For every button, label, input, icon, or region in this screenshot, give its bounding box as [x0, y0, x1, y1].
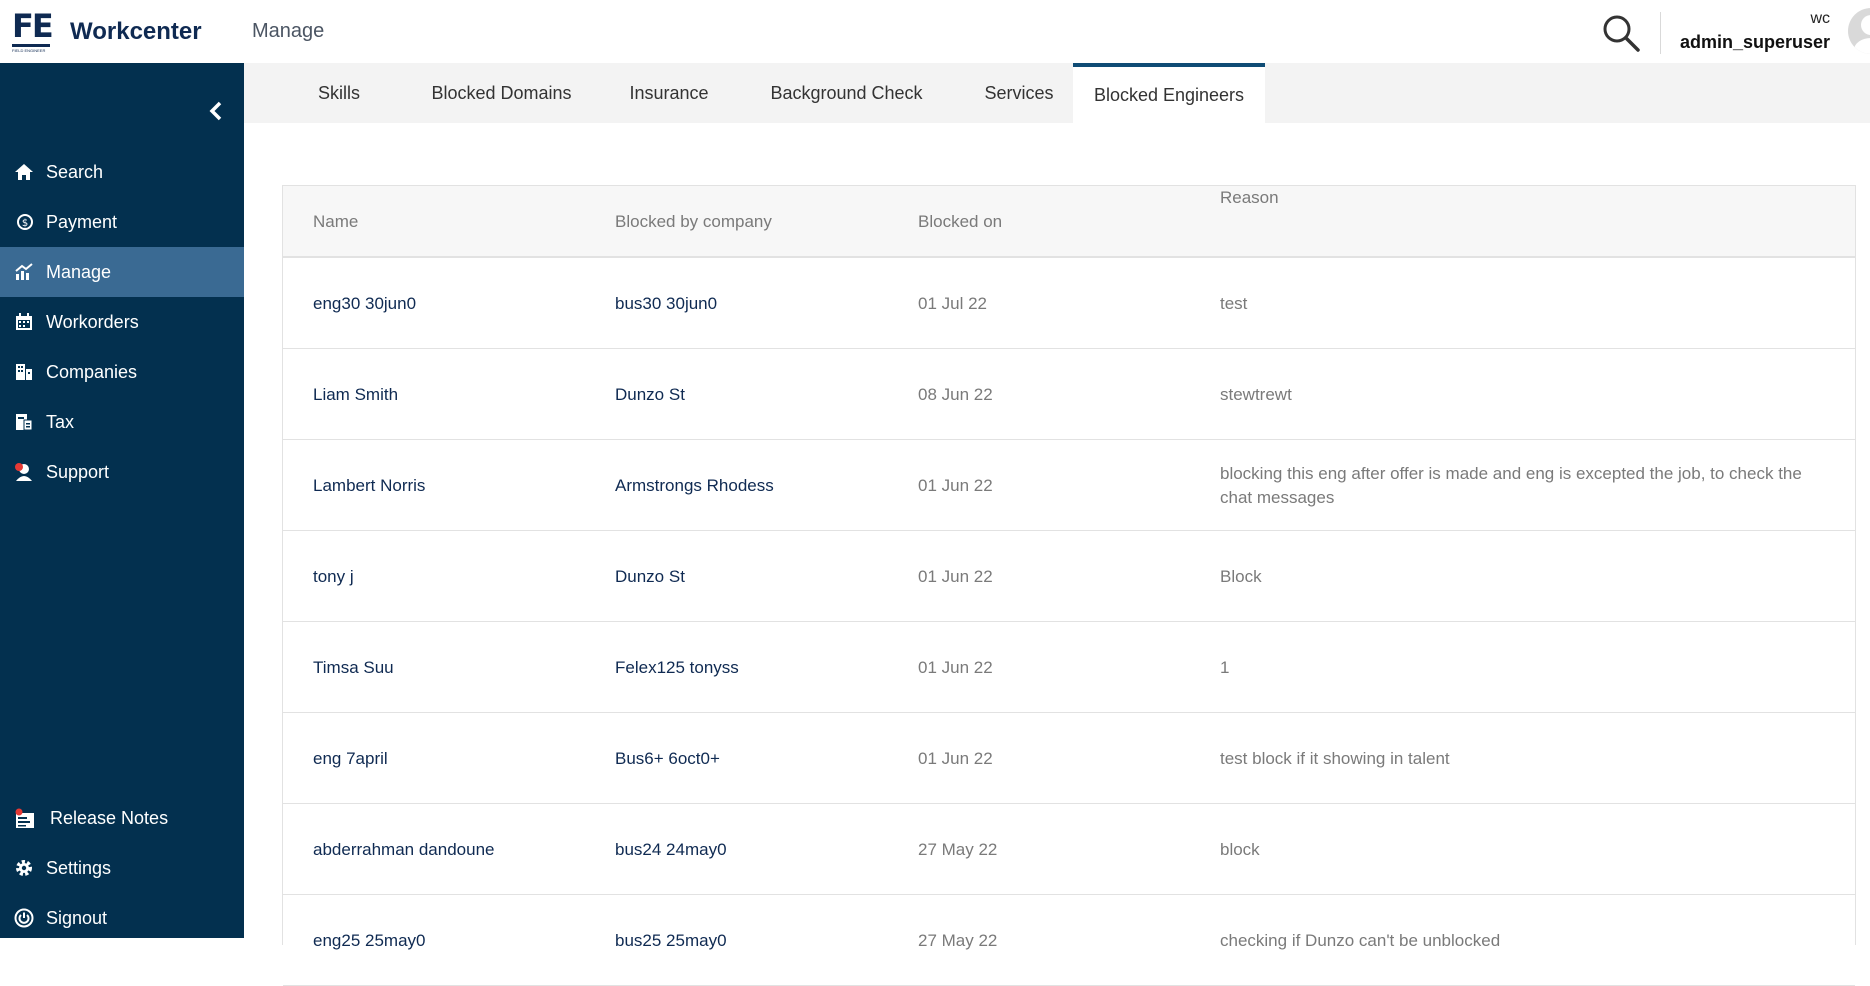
company-name[interactable]: Bus6+ 6oct0+: [615, 713, 905, 804]
sidebar-item-label: Companies: [46, 361, 138, 382]
engineer-name[interactable]: Lambert Norris: [313, 440, 603, 531]
svg-text:$: $: [22, 218, 28, 229]
company-name[interactable]: Armstrongs Rhodess: [615, 440, 905, 531]
tab-blocked-domains[interactable]: Blocked Domains: [419, 63, 584, 123]
release-notes-icon: [14, 808, 38, 828]
app-title: Workcenter: [70, 18, 202, 45]
blocked-date: 27 May 22: [918, 930, 998, 950]
table-row: eng 7april Bus6+ 6oct0+ 01 Jun 22 test b…: [283, 713, 1855, 804]
engineer-name[interactable]: eng30 30jun0: [313, 258, 603, 349]
user-org: wc: [1810, 10, 1830, 27]
tab-skills[interactable]: Skills: [284, 63, 394, 123]
sidebar-item-label: Search: [46, 161, 104, 182]
blocked-date: 01 Jun 22: [918, 566, 993, 586]
blocked-date: 01 Jun 22: [918, 657, 993, 677]
blocked-date: 27 May 22: [918, 839, 998, 859]
block-reason: Block: [1220, 566, 1262, 586]
column-header-date: Blocked on: [918, 212, 1003, 231]
tab-background-check[interactable]: Background Check: [754, 63, 939, 123]
user-name[interactable]: admin_superuser: [1680, 32, 1830, 53]
blocked-engineers-table: Name Blocked by company Blocked on Reaso…: [282, 185, 1856, 986]
table-row: Lambert Norris Armstrongs Rhodess 01 Jun…: [283, 440, 1855, 531]
avatar[interactable]: [1848, 8, 1870, 54]
table-row: eng30 30jun0 bus30 30jun0 01 Jul 22 test: [283, 258, 1855, 349]
logo-text: FE: [12, 7, 54, 45]
blocked-date: 01 Jun 22: [918, 475, 993, 495]
company-name[interactable]: Felex125 tonyss: [615, 622, 905, 713]
calendar-icon: [14, 312, 34, 332]
tab-blocked-engineers[interactable]: Blocked Engineers: [1073, 63, 1265, 123]
sidebar-item-payment[interactable]: $ Payment: [0, 197, 244, 247]
sidebar-item-label: Tax: [46, 411, 75, 432]
sidebar-item-manage[interactable]: Manage: [0, 247, 244, 297]
engineer-name[interactable]: Liam Smith: [313, 349, 603, 440]
sidebar-item-signout[interactable]: Signout: [0, 893, 244, 943]
engineer-name[interactable]: tony j: [313, 531, 603, 622]
engineer-name[interactable]: eng25 25may0: [313, 895, 603, 986]
sidebar-item-label: Manage: [46, 261, 112, 282]
sidebar-item-settings[interactable]: Settings: [0, 843, 244, 893]
block-reason: 1: [1220, 657, 1230, 677]
column-header-company: Blocked by company: [615, 212, 772, 231]
payment-icon: $: [14, 212, 34, 232]
logo-subtext: FIELD ENGINEER: [12, 48, 46, 53]
sidebar-item-search[interactable]: Search: [0, 147, 244, 197]
chevron-left-icon[interactable]: [206, 99, 226, 123]
sidebar-item-tax[interactable]: Tax: [0, 397, 244, 447]
blocked-date: 08 Jun 22: [918, 384, 993, 404]
brand-logo[interactable]: FE FIELD ENGINEER: [12, 7, 54, 54]
sidebar-item-companies[interactable]: Companies: [0, 347, 244, 397]
engineer-name[interactable]: abderrahman dandoune: [313, 804, 603, 895]
column-header-reason: Reason: [1220, 188, 1279, 207]
block-reason: test block if it showing in talent: [1220, 748, 1450, 768]
power-icon: [14, 908, 34, 928]
gear-icon: [14, 858, 34, 878]
sidebar-item-label: Release Notes: [50, 807, 169, 828]
sidebar-item-workorders[interactable]: Workorders: [0, 297, 244, 347]
block-reason: test: [1220, 293, 1248, 313]
company-name[interactable]: Dunzo St: [615, 531, 905, 622]
sidebar-item-label: Support: [46, 461, 110, 482]
block-reason: block: [1220, 839, 1260, 859]
sidebar-nav: Search $ Payment Manage Workorders Compa…: [0, 147, 244, 497]
engineer-name[interactable]: Timsa Suu: [313, 622, 603, 713]
table-row: eng25 25may0 bus25 25may0 27 May 22 chec…: [283, 895, 1855, 986]
block-reason: blocking this eng after offer is made an…: [1220, 463, 1802, 507]
company-name[interactable]: bus30 30jun0: [615, 258, 905, 349]
sidebar-item-label: Workorders: [46, 311, 139, 332]
table-row: Liam Smith Dunzo St 08 Jun 22 stewtrewt: [283, 349, 1855, 440]
company-name[interactable]: Dunzo St: [615, 349, 905, 440]
table-row: Timsa Suu Felex125 tonyss 01 Jun 22 1: [283, 622, 1855, 713]
sidebar-item-label: Payment: [46, 211, 118, 232]
sidebar-item-label: Settings: [46, 857, 112, 878]
sidebar-item-label: Signout: [46, 907, 108, 928]
table-header: Name Blocked by company Blocked on Reaso…: [283, 186, 1855, 258]
tab-services[interactable]: Services: [964, 63, 1074, 123]
block-reason: checking if Dunzo can't be unblocked: [1220, 930, 1501, 950]
table-row: tony j Dunzo St 01 Jun 22 Block: [283, 531, 1855, 622]
sidebar-item-release-notes[interactable]: Release Notes: [0, 793, 244, 843]
tab-bar: Skills Blocked Domains Insurance Backgro…: [244, 63, 1870, 123]
breadcrumb: Manage: [252, 20, 325, 42]
company-name[interactable]: bus24 24may0: [615, 804, 905, 895]
blocked-date: 01 Jun 22: [918, 748, 993, 768]
engineer-name[interactable]: eng 7april: [313, 713, 603, 804]
top-header: FE FIELD ENGINEER Workcenter Manage wc a…: [0, 0, 1870, 63]
chart-icon: [14, 262, 34, 282]
support-icon: [14, 462, 34, 482]
home-icon: [14, 162, 34, 182]
sidebar: Search $ Payment Manage Workorders Compa…: [0, 63, 244, 938]
search-icon[interactable]: [1600, 12, 1642, 54]
table-row: abderrahman dandoune bus24 24may0 27 May…: [283, 804, 1855, 895]
header-divider: [1660, 12, 1661, 54]
column-header-name: Name: [313, 212, 359, 231]
company-name[interactable]: bus25 25may0: [615, 895, 905, 986]
block-reason: stewtrewt: [1220, 384, 1292, 404]
companies-icon: [14, 362, 34, 382]
sidebar-bottom-nav: Release Notes Settings Signout: [0, 793, 244, 943]
tab-insurance[interactable]: Insurance: [614, 63, 724, 123]
blocked-date: 01 Jul 22: [918, 293, 987, 313]
sidebar-item-support[interactable]: Support: [0, 447, 244, 497]
tax-icon: [14, 412, 34, 432]
